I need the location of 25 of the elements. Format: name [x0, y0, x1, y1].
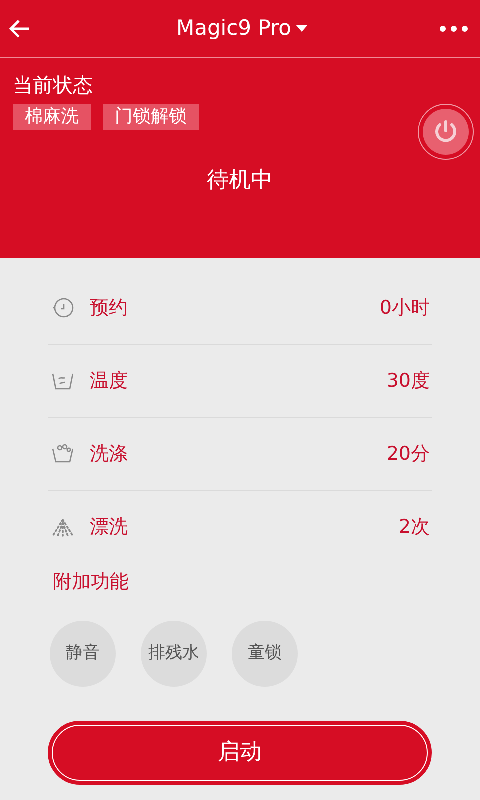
power-button[interactable]: [418, 104, 474, 160]
option-button[interactable]: 排残水: [141, 620, 207, 686]
setting-row[interactable]: 温度 30度: [48, 345, 432, 418]
section-title: 附加功能: [52, 570, 130, 595]
setting-label: 温度: [90, 368, 128, 394]
option-button[interactable]: 静音: [50, 620, 116, 686]
setting-row[interactable]: 预约 0小时: [48, 272, 432, 345]
setting-row[interactable]: 漂洗 2次: [48, 491, 432, 564]
start-button[interactable]: 启动: [48, 720, 432, 784]
setting-label: 洗涤: [90, 442, 128, 467]
setting-value: 2次: [398, 515, 431, 540]
setting-value: 0小时: [380, 296, 431, 321]
device-selector[interactable]: Magic9 Pro: [160, 12, 308, 44]
setting-value: 30度: [386, 368, 431, 394]
setting-label: 漂洗: [90, 515, 128, 540]
status-label: 当前状态: [13, 72, 94, 98]
machine-state: 待机中: [207, 167, 273, 195]
status-tag: 门锁解锁: [103, 104, 199, 130]
status-tag: 棉麻洗: [13, 104, 91, 130]
setting-value: 20分: [386, 442, 431, 467]
setting-row[interactable]: 洗涤 20分: [48, 418, 432, 491]
caret-icon: [296, 24, 308, 32]
setting-label: 预约: [90, 296, 128, 321]
option-button[interactable]: 童锁: [232, 620, 298, 686]
power-icon: [433, 119, 459, 145]
